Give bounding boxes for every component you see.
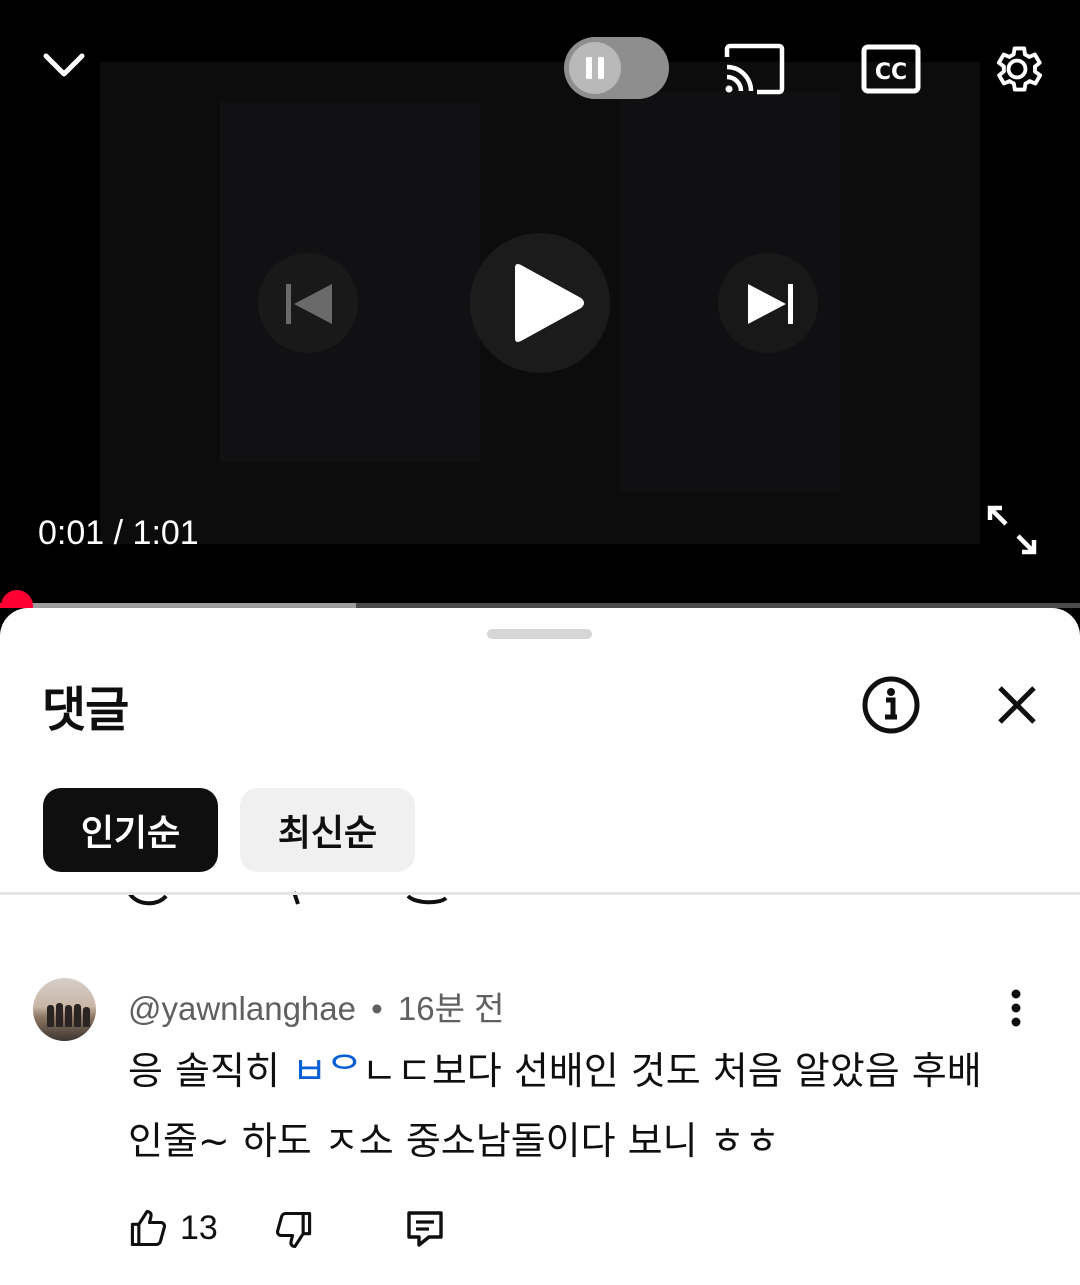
pause-icon	[569, 42, 621, 94]
sort-chip-top[interactable]: 인기순	[43, 788, 218, 872]
progress-scrubber[interactable]	[1, 590, 33, 608]
previous-icon[interactable]	[280, 278, 336, 330]
more-options-icon[interactable]	[996, 988, 1036, 1028]
video-player[interactable]: CC 0:01 / 1:01	[0, 0, 1080, 608]
svg-text:CC: CC	[875, 60, 907, 85]
thumbs-down-icon[interactable]	[270, 1206, 318, 1254]
cast-icon[interactable]	[722, 42, 786, 96]
comment-time: 16분 전	[397, 990, 505, 1027]
comment-text-start: 응 솔직히	[128, 1049, 292, 1093]
time-current: 0:01	[38, 514, 105, 552]
sheet-title: 댓글	[42, 682, 129, 738]
header-divider	[0, 892, 1080, 895]
info-icon[interactable]	[860, 674, 922, 736]
comment-text-highlight[interactable]: ㅂᄋ	[292, 1049, 362, 1093]
thumbs-up-icon[interactable]	[124, 1204, 172, 1252]
reply-icon[interactable]	[400, 1204, 450, 1254]
close-icon[interactable]	[992, 680, 1042, 730]
comments-sheet: 댓글 인기순 최신순 @yawnlanghae • 16분 전 응 솔직히 ㅂᄋ…	[0, 608, 1080, 1285]
next-icon[interactable]	[742, 278, 798, 330]
drag-handle[interactable]	[487, 629, 592, 639]
avatar[interactable]	[33, 978, 96, 1041]
autoplay-toggle[interactable]	[564, 37, 669, 99]
gear-icon[interactable]	[986, 38, 1048, 100]
like-count: 13	[180, 1209, 218, 1247]
comment-text: 응 솔직히 ㅂᄋㄴㄷ보다 선배인 것도 처음 알았음 후배인줄~ 하도 ㅈ소 중…	[128, 1036, 988, 1176]
fullscreen-icon[interactable]	[984, 502, 1040, 558]
cc-icon[interactable]: CC	[860, 43, 922, 95]
comment-meta: @yawnlanghae • 16분 전	[128, 982, 505, 1030]
chevron-down-icon[interactable]	[38, 40, 90, 92]
meta-separator: •	[371, 990, 383, 1027]
time-total: 1:01	[132, 514, 199, 552]
time-display: 0:01 / 1:01	[38, 514, 199, 553]
time-separator: /	[113, 514, 124, 552]
sort-chip-newest[interactable]: 최신순	[240, 788, 415, 872]
play-icon[interactable]	[500, 258, 590, 348]
comment-author[interactable]: @yawnlanghae	[128, 990, 356, 1027]
